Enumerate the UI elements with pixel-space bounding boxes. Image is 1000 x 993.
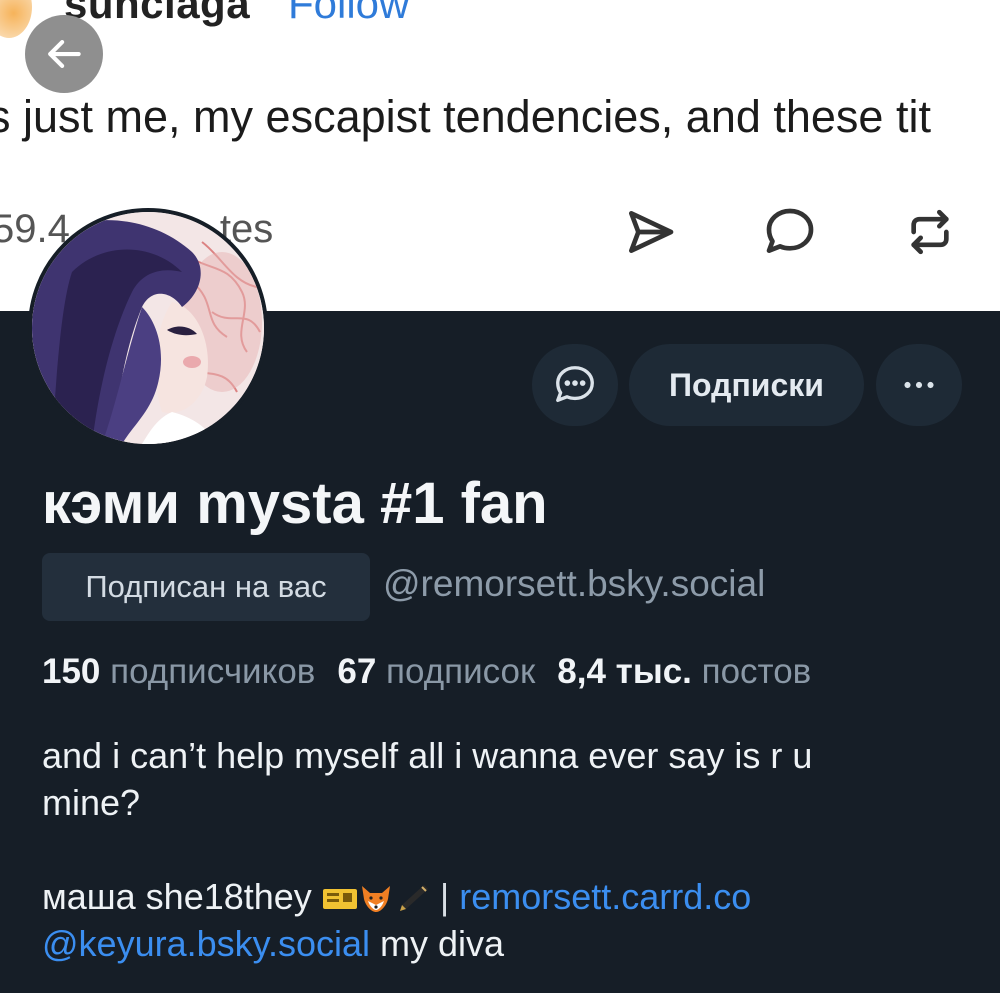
following-label: подписок	[386, 652, 536, 691]
back-button[interactable]	[25, 15, 103, 93]
following-count: 67	[337, 652, 377, 691]
followers-stat[interactable]: 150 подписчиков	[42, 652, 315, 692]
pen-icon	[399, 885, 428, 911]
profile-bio: and i can’t help myself all i wanna ever…	[42, 732, 972, 967]
send-icon	[618, 200, 682, 264]
banner-post-text: s just me, my escapist tendencies, and t…	[0, 91, 931, 142]
bio-line-4: @keyura.bsky.social my diva	[42, 920, 972, 967]
fox-icon	[361, 886, 390, 912]
display-name: кэми mysta #1 fan	[42, 471, 548, 536]
following-stat[interactable]: 67 подписок	[337, 652, 535, 692]
profile-stats: 150 подписчиков 67 подписок 8,4 тыс. пос…	[42, 652, 833, 692]
bio-blank-line	[42, 826, 972, 873]
subscriptions-button[interactable]: Подписки	[629, 344, 864, 426]
bio-line-2: mine?	[42, 782, 141, 823]
banner-avatar-fragment	[0, 0, 32, 38]
bio-line-4-tail: my diva	[380, 923, 505, 964]
more-button[interactable]	[876, 344, 962, 426]
posts-stat: 8,4 тыс. постов	[557, 652, 811, 692]
repost-icon	[898, 200, 962, 264]
banner-follow-link: Follow	[288, 0, 410, 27]
ticket-icon	[322, 889, 357, 909]
bio-line-1: and i can’t help myself all i wanna ever…	[42, 735, 813, 776]
arrow-left-icon	[48, 40, 81, 68]
followers-label: подписчиков	[110, 652, 316, 691]
message-bubble-icon	[556, 366, 594, 403]
comment-icon	[758, 200, 822, 264]
posts-label: постов	[701, 652, 812, 691]
message-button[interactable]	[532, 344, 618, 426]
profile-handle: @remorsett.bsky.social	[383, 563, 766, 604]
followers-count: 150	[42, 652, 101, 691]
bio-mention-link[interactable]: @keyura.bsky.social	[42, 923, 370, 964]
posts-count: 8,4 тыс.	[557, 652, 692, 691]
bio-website-link[interactable]: remorsett.carrd.co	[459, 876, 751, 917]
avatar[interactable]	[28, 208, 268, 448]
follows-you-badge: Подписан на вас	[42, 553, 370, 621]
bio-name-text: маша she18they	[42, 876, 312, 917]
banner-votes-count: 59.4	[0, 207, 70, 251]
ellipsis-icon	[904, 381, 934, 389]
bio-line-3: маша she18they | remorsett.carrd.co	[42, 873, 972, 920]
banner-username: sunciaga	[64, 0, 251, 27]
bio-separator: |	[439, 876, 450, 917]
